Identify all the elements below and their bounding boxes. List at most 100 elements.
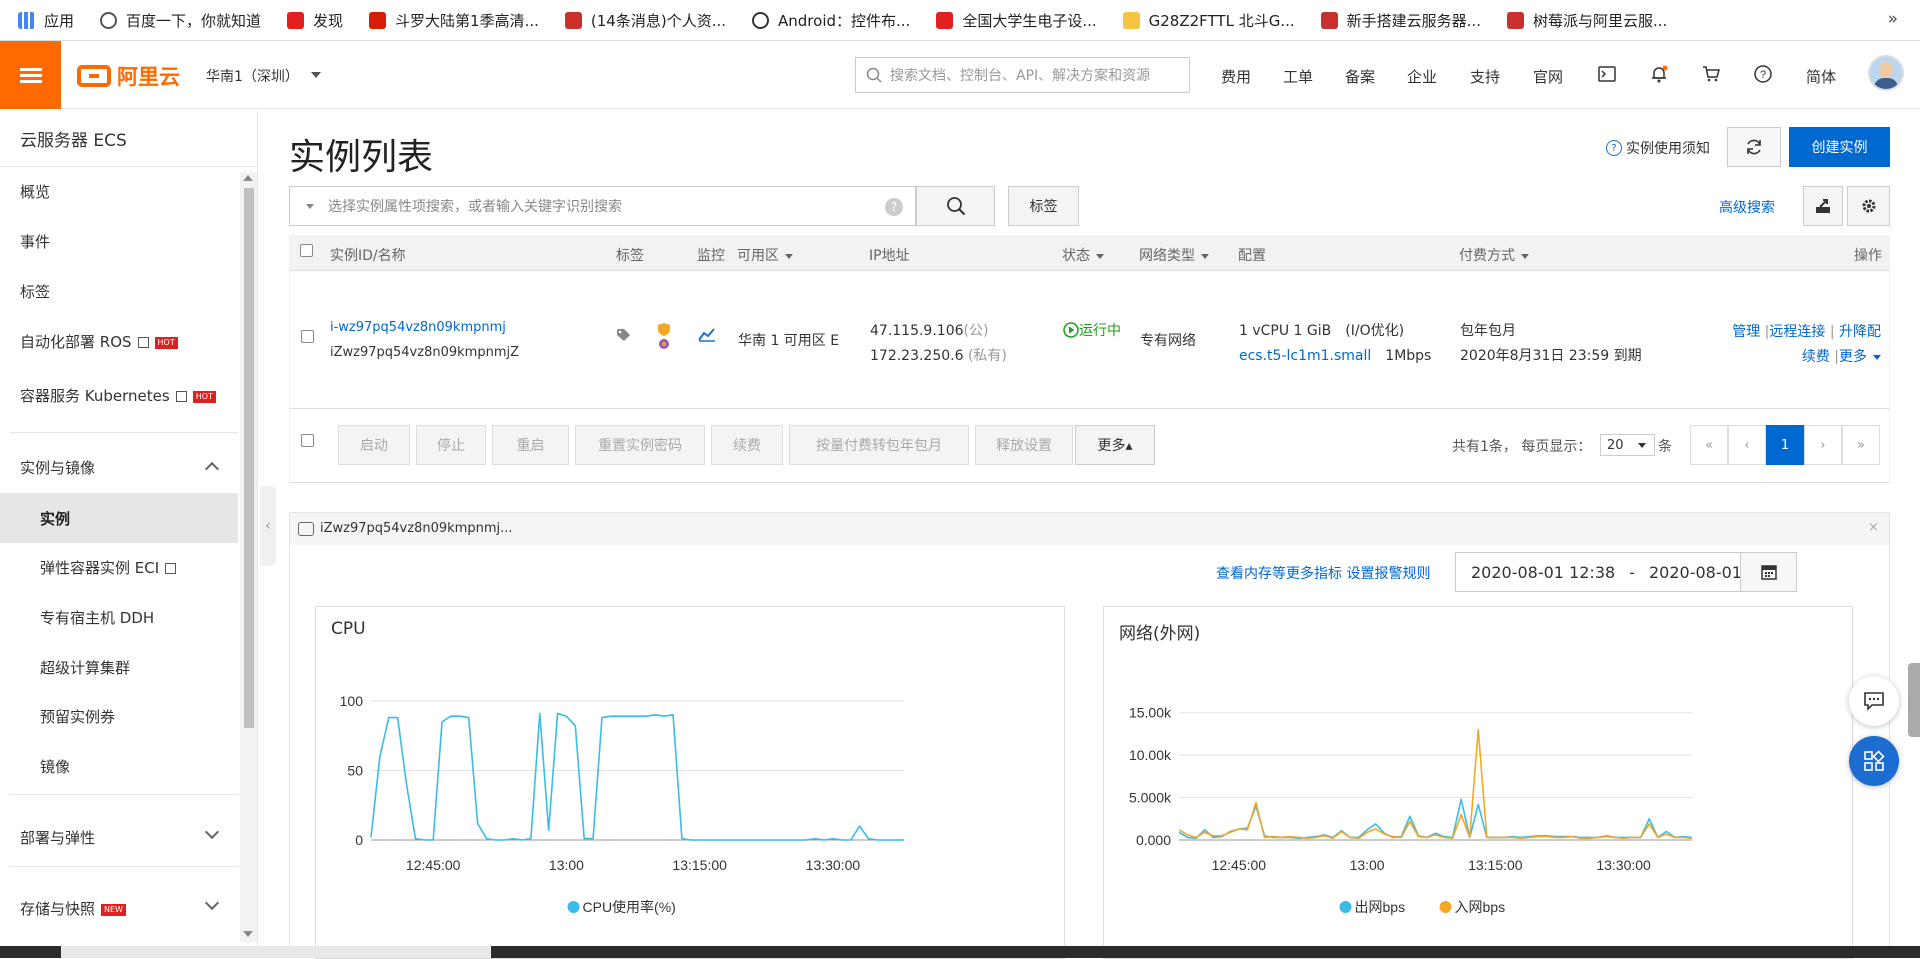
search-button[interactable]: [916, 186, 995, 226]
help-icon[interactable]: ?: [1752, 63, 1774, 85]
sidebar-collapse-button[interactable]: ‹: [260, 486, 276, 566]
bookmarks-overflow-button[interactable]: »: [1888, 9, 1898, 29]
sidebar-item-images[interactable]: 镜像: [40, 756, 70, 777]
nav-website[interactable]: 官网: [1533, 66, 1563, 87]
caret-down-icon[interactable]: [311, 72, 321, 78]
filter-caret-icon[interactable]: [785, 253, 793, 259]
help-icon[interactable]: ?: [885, 198, 903, 216]
filter-caret-icon[interactable]: [1201, 253, 1209, 259]
taskbar-search-box[interactable]: [61, 946, 491, 958]
remote-connect-link[interactable]: 远程连接: [1769, 324, 1825, 340]
chevron-down-icon[interactable]: [204, 895, 220, 911]
filter-caret-icon[interactable]: [1096, 253, 1104, 259]
sidebar-item-overview[interactable]: 概览: [20, 181, 50, 202]
col-status[interactable]: 状态: [1062, 245, 1104, 265]
col-pay[interactable]: 付费方式: [1459, 245, 1529, 265]
nav-enterprise[interactable]: 企业: [1407, 66, 1437, 87]
sidebar-item-ros[interactable]: 自动化部署 ROS HOT: [20, 331, 178, 352]
bookmark-item[interactable]: 新手搭建云服务器...: [1320, 10, 1481, 31]
bookmark-item[interactable]: G28Z2FTTL 北斗G...: [1122, 10, 1295, 31]
scroll-down-arrow-icon[interactable]: [243, 931, 253, 937]
export-button[interactable]: [1803, 186, 1843, 226]
security-badge-icon[interactable]: [656, 322, 672, 358]
sidebar-item-reserved-instances[interactable]: 预留实例券: [40, 706, 115, 727]
bell-icon[interactable]: [1648, 63, 1670, 85]
chevron-down-icon[interactable]: [204, 824, 220, 840]
chevron-up-icon[interactable]: [204, 461, 220, 477]
stop-button[interactable]: 停止: [416, 425, 486, 465]
manage-link[interactable]: 管理: [1732, 324, 1760, 340]
page-first-button[interactable]: «: [1690, 425, 1728, 465]
sidebar-item-instances[interactable]: 实例: [40, 508, 70, 529]
more-button[interactable]: 更多▴: [1075, 425, 1155, 465]
reset-password-button[interactable]: 重置实例密码: [575, 425, 705, 465]
sidebar-item-tags[interactable]: 标签: [20, 281, 50, 302]
convert-billing-button[interactable]: 按量付费转包年包月: [789, 425, 969, 465]
bookmark-item[interactable]: 发现: [287, 10, 343, 31]
close-icon[interactable]: ×: [1868, 520, 1879, 535]
tag-icon[interactable]: [616, 328, 634, 346]
select-all-checkbox[interactable]: [300, 244, 313, 257]
bookmark-item[interactable]: Android：控件布...: [752, 10, 910, 31]
calendar-icon[interactable]: [1740, 553, 1796, 591]
instance-type-link[interactable]: ecs.t5-lc1m1.small: [1239, 348, 1371, 364]
start-button[interactable]: 启动: [338, 425, 410, 465]
language-switch[interactable]: 简体: [1806, 66, 1836, 87]
terminal-icon[interactable]: [1596, 63, 1618, 85]
scroll-up-arrow-icon[interactable]: [243, 175, 253, 181]
sidebar-scrollbar-thumb[interactable]: [244, 188, 254, 728]
user-avatar[interactable]: [1868, 55, 1904, 91]
caret-down-icon[interactable]: [306, 203, 314, 209]
sidebar-group-instances-images[interactable]: 实例与镜像: [20, 457, 95, 478]
col-network[interactable]: 网络类型: [1139, 245, 1209, 265]
monitor-links[interactable]: 查看内存等更多指标 设置报警规则: [1216, 563, 1430, 583]
sidebar-group-storage-snapshots[interactable]: 存储与快照 NEW: [20, 898, 126, 919]
sidebar-item-eci[interactable]: 弹性容器实例 ECI: [40, 557, 177, 578]
sidebar-item-kubernetes[interactable]: 容器服务 Kubernetes HOT: [20, 385, 216, 406]
usage-notice-link[interactable]: ? 实例使用须知: [1606, 138, 1710, 158]
region-selector[interactable]: 华南1（深圳）: [206, 66, 299, 86]
caret-down-icon[interactable]: [1873, 354, 1881, 360]
col-zone[interactable]: 可用区: [737, 245, 793, 265]
page-prev-button[interactable]: ‹: [1728, 425, 1766, 465]
filter-caret-icon[interactable]: [1521, 253, 1529, 259]
date-range-picker[interactable]: 2020-08-01 12:38 - 2020-08-01 13:38: [1455, 552, 1797, 592]
bookmark-item[interactable]: (14条消息)个人资...: [564, 10, 726, 31]
cart-icon[interactable]: [1700, 63, 1722, 85]
instance-id-link[interactable]: i-wz97pq54vz8n09kmpnmj: [330, 320, 506, 335]
page-next-button[interactable]: ›: [1804, 425, 1842, 465]
nav-support[interactable]: 支持: [1470, 66, 1500, 87]
nav-fees[interactable]: 费用: [1221, 66, 1251, 87]
nav-tickets[interactable]: 工单: [1283, 66, 1313, 87]
refresh-button[interactable]: [1727, 127, 1781, 167]
page-1-button[interactable]: 1: [1766, 425, 1804, 465]
sidebar-item-ddh[interactable]: 专有宿主机 DDH: [40, 607, 154, 628]
apps-float-button[interactable]: [1849, 736, 1899, 786]
nav-icp[interactable]: 备案: [1345, 66, 1375, 87]
settings-button[interactable]: [1847, 186, 1890, 226]
resize-link[interactable]: 升降配: [1839, 324, 1881, 340]
more-actions-link[interactable]: 更多: [1839, 349, 1867, 365]
monitor-chart-icon[interactable]: [698, 326, 716, 346]
hamburger-menu-button[interactable]: [0, 41, 61, 109]
renew-button[interactable]: 续费: [711, 425, 783, 465]
bookmark-item[interactable]: 树莓派与阿里云服...: [1506, 10, 1667, 31]
tag-filter-button[interactable]: 标签: [1008, 186, 1079, 226]
bookmark-item[interactable]: 全国大学生电子设...: [936, 10, 1097, 31]
restart-button[interactable]: 重启: [492, 425, 569, 465]
advanced-search-link[interactable]: 高级搜索: [1719, 197, 1775, 217]
sidebar-item-scc[interactable]: 超级计算集群: [40, 657, 130, 678]
date-start[interactable]: 2020-08-01 12:38: [1471, 563, 1615, 582]
instance-filter-input[interactable]: 选择实例属性项搜索，或者输入关键字识别搜索 ?: [289, 186, 916, 226]
sidebar-item-events[interactable]: 事件: [20, 231, 50, 252]
chat-float-button[interactable]: [1849, 676, 1899, 726]
page-size-select[interactable]: 20: [1600, 434, 1655, 456]
aliyun-logo[interactable]: 阿里云: [77, 61, 180, 91]
page-last-button[interactable]: »: [1842, 425, 1880, 465]
sidebar-group-deploy-scaling[interactable]: 部署与弹性: [20, 827, 95, 848]
right-edge-handle[interactable]: [1908, 663, 1920, 737]
global-search-input[interactable]: 搜索文档、控制台、API、解决方案和资源: [855, 57, 1190, 93]
row-checkbox[interactable]: [301, 330, 314, 343]
create-instance-button[interactable]: 创建实例: [1789, 127, 1890, 167]
release-settings-button[interactable]: 释放设置: [975, 425, 1073, 465]
